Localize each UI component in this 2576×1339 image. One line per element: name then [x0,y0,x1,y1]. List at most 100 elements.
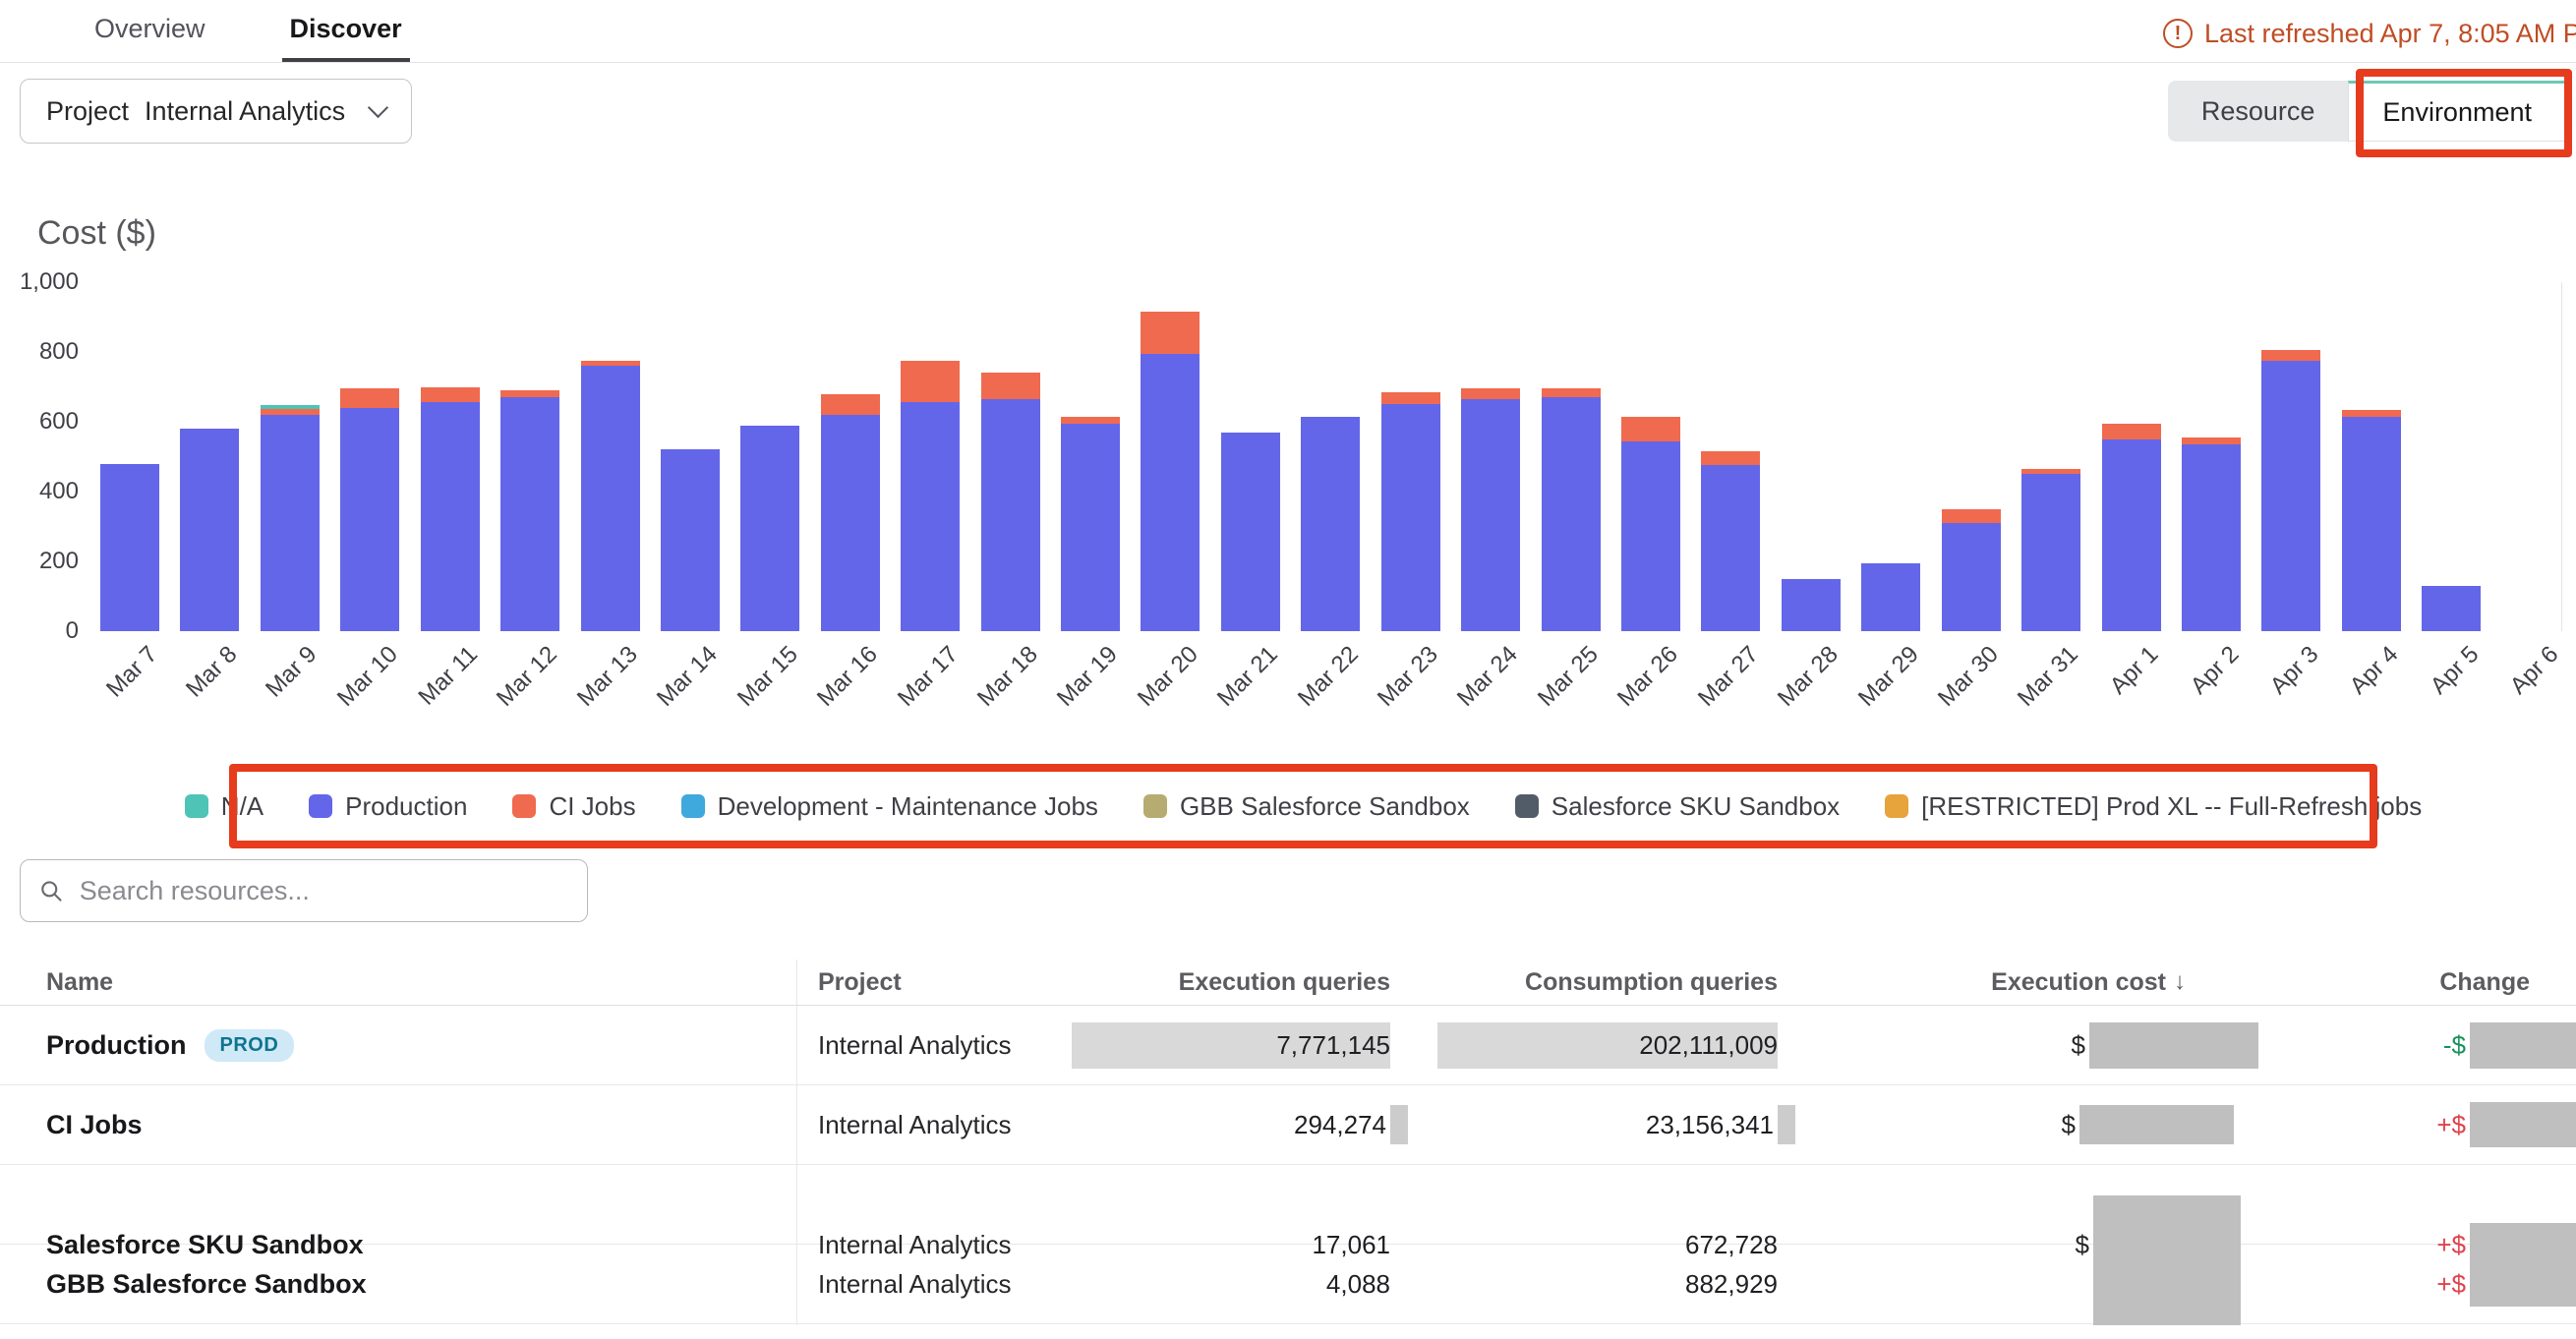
stacked-bar[interactable] [2261,350,2320,631]
stacked-bar[interactable] [500,390,559,631]
search-icon [38,877,64,904]
redacted-value-mask [2470,1102,2576,1147]
resource-name: Salesforce SKU Sandbox [46,1230,364,1260]
stacked-bar[interactable] [2021,469,2080,631]
stacked-bar[interactable] [1061,417,1120,631]
legend-item[interactable]: GBB Salesforce Sandbox [1143,791,1470,822]
legend-item[interactable]: [RESTRICTED] Prod XL -- Full-Refresh job… [1885,791,2422,822]
stacked-bar[interactable] [1542,388,1601,631]
bar-segment [661,449,720,631]
bar-segment [581,366,640,631]
bar-segment [2422,586,2481,631]
table-row[interactable]: CI Jobs Internal Analytics 294,274 23,15… [0,1085,2576,1165]
table-header-row: Name Project Execution queries Consumpti… [0,960,2576,1006]
resource-project: Internal Analytics [796,1245,1072,1323]
stacked-bar[interactable] [1701,451,1760,631]
x-tick-label: Mar 20 [1133,641,1204,713]
y-tick-label: 600 [0,407,79,437]
x-tick-label: Mar 14 [652,641,724,713]
stacked-bar[interactable] [1782,579,1841,631]
legend-item[interactable]: N/A [185,791,263,822]
stacked-bar[interactable] [100,464,159,631]
stacked-bar[interactable] [1221,433,1280,631]
stacked-bar[interactable] [821,394,880,631]
tab-discover[interactable]: Discover [282,0,410,62]
execution-cost-prefix: $ [2062,1110,2076,1140]
resource-project: Internal Analytics [796,1006,1072,1084]
stacked-bar[interactable] [1301,417,1360,631]
column-header-project[interactable]: Project [796,960,1072,1005]
stacked-bar[interactable] [2342,410,2401,631]
column-header-execution-cost-label: Execution cost [1991,968,2166,997]
chart-legend: N/AProductionCI JobsDevelopment - Mainte… [229,764,2377,848]
stacked-bar[interactable] [1942,509,2001,631]
change-prefix: +$ [2436,1110,2466,1140]
table-row[interactable]: Salesforce SKU Sandbox Internal Analytic… [0,1165,2576,1245]
stacked-bar[interactable] [981,373,1040,631]
bar-segment [1942,523,2001,631]
toggle-option-resource[interactable]: Resource [2168,81,2349,142]
stacked-bar[interactable] [1381,392,1440,631]
stacked-bar[interactable] [1141,312,1200,631]
stacked-bar[interactable] [2102,424,2161,631]
stacked-bar[interactable] [740,426,799,631]
resource-name: CI Jobs [46,1110,143,1140]
stacked-bar[interactable] [661,449,720,631]
bar-segment [1701,465,1760,631]
stacked-bar[interactable] [1461,388,1520,631]
stacked-bar[interactable] [180,429,239,631]
column-header-change[interactable]: Change [2186,968,2576,997]
execution-queries-value: 4,088 [1326,1269,1390,1300]
column-header-consumption-queries[interactable]: Consumption queries [1390,968,1778,997]
execution-queries-value: 17,061 [1312,1230,1390,1260]
bar-segment [1621,417,1680,441]
column-header-execution-queries[interactable]: Execution queries [1072,968,1390,997]
x-tick-label: Mar 19 [1052,641,1124,713]
stacked-bar[interactable] [340,388,399,631]
change-prefix: -$ [2443,1030,2466,1061]
cost-chart: Cost ($) 1,0008006004002000 Mar 7Mar 8Ma… [0,197,2576,762]
bar-segment [2342,417,2401,631]
bar-segment [1141,312,1200,354]
tab-overview[interactable]: Overview [87,0,213,62]
project-filter-dropdown[interactable]: Project Internal Analytics [20,79,412,144]
bar-segment [1381,392,1440,404]
search-input[interactable] [78,875,569,907]
redacted-value-mask [2470,1261,2576,1307]
stacked-bar[interactable] [1621,417,1680,631]
stacked-bar[interactable] [901,361,960,631]
search-box [20,859,588,922]
stacked-bar[interactable] [2182,437,2241,631]
stacked-bar[interactable] [581,361,640,631]
prod-badge: PROD [205,1029,295,1062]
x-tick-label: Mar 15 [732,641,804,713]
bar-segment [1381,404,1440,631]
column-header-execution-cost[interactable]: Execution cost ↓ [1778,968,2186,997]
stacked-bar[interactable] [421,387,480,631]
execution-queries-value: 7,771,145 [1276,1030,1390,1061]
x-tick-label: Apr 3 [2265,641,2324,700]
legend-item[interactable]: Development - Maintenance Jobs [681,791,1098,822]
x-tick-label: Mar 22 [1293,641,1365,713]
x-tick-label: Mar 17 [892,641,964,713]
legend-item[interactable]: CI Jobs [512,791,635,822]
bar-segment [1542,388,1601,397]
chart-xlabels: Mar 7Mar 8Mar 9Mar 10Mar 11Mar 12Mar 13M… [100,631,2561,749]
bar-segment [261,415,320,631]
legend-item[interactable]: Salesforce SKU Sandbox [1515,791,1840,822]
bar-segment [2182,444,2241,631]
bar-segment [981,399,1040,631]
toggle-option-environment[interactable]: Environment [2348,81,2566,142]
stacked-bar[interactable] [261,405,320,631]
column-header-name[interactable]: Name [0,968,796,997]
resource-name: GBB Salesforce Sandbox [46,1269,367,1300]
x-tick-label: Mar 25 [1533,641,1605,713]
bar-segment [421,402,480,631]
bar-segment [340,408,399,631]
stacked-bar[interactable] [1861,563,1920,631]
legend-item[interactable]: Production [309,791,467,822]
legend-label: Production [345,791,467,822]
table-row[interactable]: Production PROD Internal Analytics 7,771… [0,1006,2576,1085]
stacked-bar[interactable] [2422,586,2481,631]
x-tick-label: Mar 18 [972,641,1044,713]
